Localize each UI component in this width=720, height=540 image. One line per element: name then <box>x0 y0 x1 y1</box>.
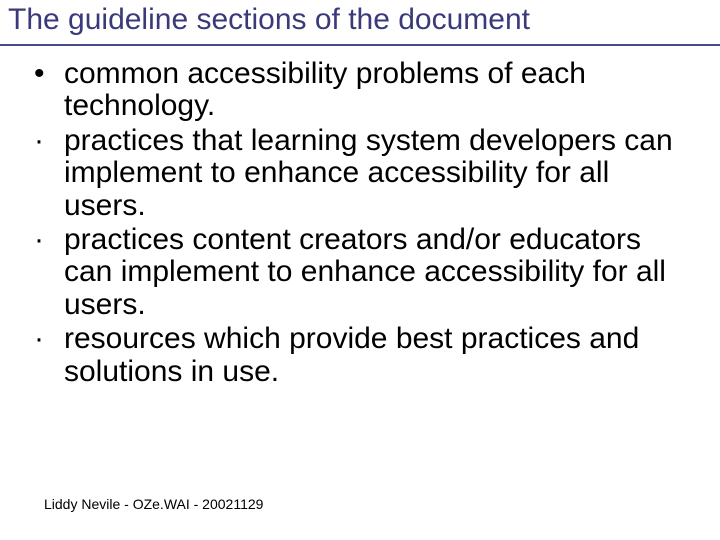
body-area: • common accessibility problems of each … <box>30 58 690 390</box>
bullet-text: practices content creators and/or educat… <box>64 223 666 321</box>
bullet-text: common accessibility problems of each te… <box>64 57 586 122</box>
bullet-marker: · <box>34 323 44 355</box>
bullet-list: • common accessibility problems of each … <box>30 58 690 388</box>
bullet-text: resources which provide best practices a… <box>64 322 639 387</box>
bullet-marker: · <box>34 224 44 256</box>
list-item: · practices that learning system develop… <box>30 125 690 222</box>
list-item: • common accessibility problems of each … <box>30 58 690 123</box>
title-area: The guideline sections of the document <box>0 0 720 46</box>
bullet-marker: · <box>34 125 44 157</box>
footer-text: Liddy Nevile - OZe.WAI - 20021129 <box>44 496 263 512</box>
list-item: · resources which provide best practices… <box>30 323 690 388</box>
slide: The guideline sections of the document •… <box>0 0 720 540</box>
bullet-text: practices that learning system developer… <box>64 124 673 222</box>
bullet-marker: • <box>34 58 45 90</box>
list-item: · practices content creators and/or educ… <box>30 224 690 321</box>
slide-title: The guideline sections of the document <box>8 4 712 36</box>
